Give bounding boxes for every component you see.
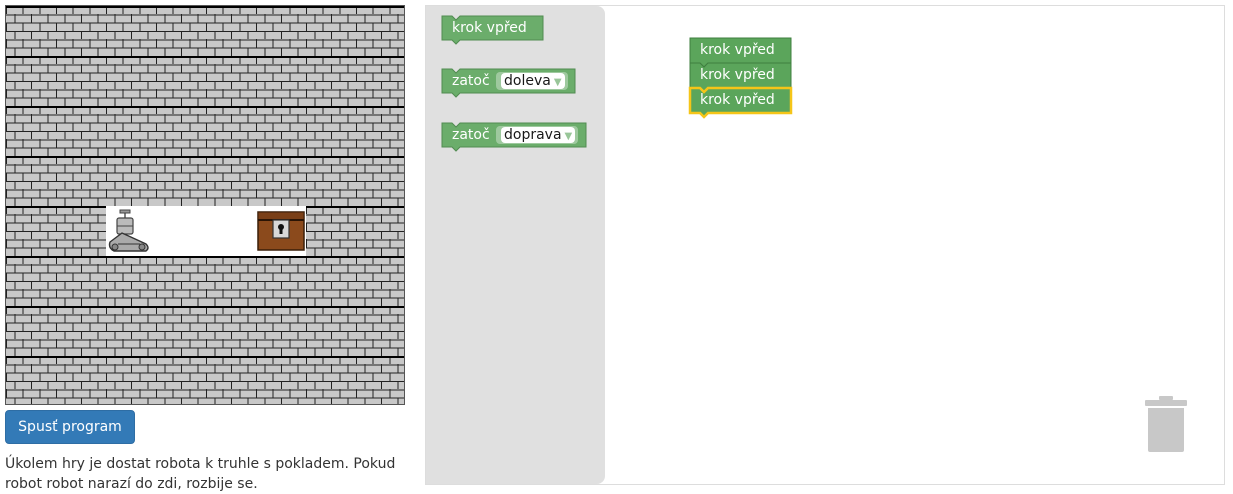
robot-icon: [106, 206, 156, 256]
game-board: [5, 5, 405, 405]
brick-wall-icon: [156, 256, 206, 306]
brick-wall-icon: [206, 6, 256, 56]
brick-wall-icon: [56, 206, 106, 256]
brick-wall-icon: [156, 306, 206, 356]
brick-wall-icon: [6, 6, 56, 56]
brick-wall-icon: [206, 106, 256, 156]
brick-wall-icon: [256, 306, 306, 356]
brick-wall-icon: [156, 106, 206, 156]
brick-wall-icon: [56, 306, 106, 356]
program-block-step-forward-3-selected[interactable]: krok vpřed: [688, 86, 793, 119]
direction-dropdown[interactable]: doleva ▼: [496, 72, 568, 90]
floor-cell: [206, 206, 256, 256]
brick-wall-icon: [56, 56, 106, 106]
treasure-chest-icon: [256, 206, 306, 256]
brick-wall-icon: [56, 6, 106, 56]
block-toolbox: krok vpřed zatoč doleva ▼ zatoč doprava ▼: [426, 6, 605, 484]
task-description: Úkolem hry je dostat robota k truhle s p…: [5, 456, 396, 492]
brick-wall-icon: [356, 106, 404, 156]
block-label: zatoč: [452, 73, 490, 89]
brick-wall-icon: [256, 106, 306, 156]
brick-wall-icon: [156, 56, 206, 106]
blockly-workspace[interactable]: krok vpřed zatoč doleva ▼ zatoč doprava ▼: [425, 5, 1225, 485]
brick-wall-icon: [56, 106, 106, 156]
brick-wall-icon: [356, 156, 404, 206]
brick-wall-icon: [206, 56, 256, 106]
brick-wall-icon: [106, 156, 156, 206]
brick-wall-icon: [106, 256, 156, 306]
brick-wall-icon: [306, 6, 356, 56]
brick-wall-icon: [306, 106, 356, 156]
block-label: krok vpřed: [700, 42, 775, 58]
brick-wall-icon: [256, 256, 306, 306]
brick-wall-icon: [356, 306, 404, 356]
brick-wall-icon: [306, 356, 356, 404]
brick-wall-icon: [206, 356, 256, 404]
dropdown-arrow-icon: ▼: [553, 77, 562, 88]
brick-wall-icon: [6, 156, 56, 206]
brick-wall-icon: [106, 306, 156, 356]
brick-wall-icon: [306, 156, 356, 206]
direction-dropdown[interactable]: doprava ▼: [496, 126, 579, 144]
program-block-step-forward-1[interactable]: krok vpřed: [689, 37, 792, 68]
brick-wall-icon: [306, 256, 356, 306]
dropdown-arrow-icon: ▼: [564, 131, 573, 142]
brick-wall-icon: [6, 106, 56, 156]
toolbox-block-step-forward[interactable]: krok vpřed: [441, 15, 544, 45]
brick-wall-icon: [106, 6, 156, 56]
brick-wall-icon: [56, 356, 106, 404]
brick-wall-icon: [56, 156, 106, 206]
toolbox-block-turn-right[interactable]: zatoč doprava ▼: [441, 122, 587, 152]
brick-wall-icon: [6, 256, 56, 306]
direction-value: doleva: [504, 73, 551, 89]
brick-wall-icon: [256, 6, 306, 56]
floor-cell: [156, 206, 206, 256]
brick-wall-icon: [106, 356, 156, 404]
toolbox-block-turn-left[interactable]: zatoč doleva ▼: [441, 68, 576, 98]
brick-wall-icon: [106, 106, 156, 156]
brick-wall-icon: [206, 306, 256, 356]
brick-wall-icon: [256, 56, 306, 106]
block-label: zatoč: [452, 127, 490, 143]
brick-wall-icon: [156, 156, 206, 206]
direction-value: doprava: [504, 127, 562, 143]
brick-wall-icon: [256, 156, 306, 206]
brick-wall-icon: [356, 6, 404, 56]
block-label: krok vpřed: [452, 20, 527, 36]
brick-wall-icon: [106, 56, 156, 106]
brick-wall-icon: [56, 256, 106, 306]
brick-wall-icon: [306, 56, 356, 106]
brick-wall-icon: [206, 156, 256, 206]
brick-wall-icon: [306, 306, 356, 356]
brick-wall-icon: [6, 56, 56, 106]
brick-wall-icon: [6, 356, 56, 404]
run-program-button[interactable]: Spusť program: [5, 410, 135, 444]
brick-wall-icon: [306, 206, 356, 256]
brick-wall-icon: [156, 356, 206, 404]
brick-wall-icon: [206, 256, 256, 306]
brick-wall-icon: [356, 56, 404, 106]
block-label: krok vpřed: [700, 92, 775, 108]
brick-wall-icon: [6, 206, 56, 256]
brick-wall-icon: [356, 206, 404, 256]
trash-icon[interactable]: [1144, 396, 1188, 454]
block-label: krok vpřed: [700, 67, 775, 83]
brick-wall-icon: [356, 256, 404, 306]
brick-wall-icon: [256, 356, 306, 404]
brick-wall-icon: [156, 6, 206, 56]
brick-wall-icon: [356, 356, 404, 404]
brick-wall-icon: [6, 306, 56, 356]
